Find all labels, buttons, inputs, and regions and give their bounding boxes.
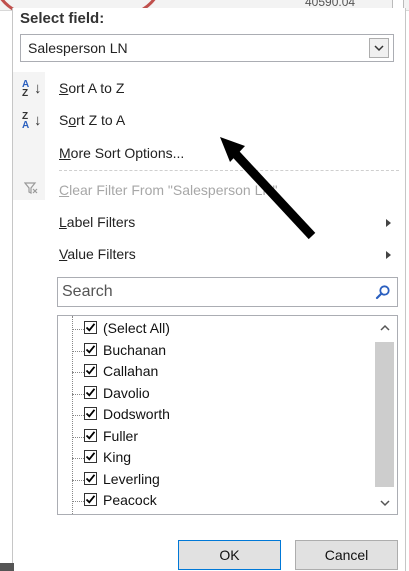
checkmark-icon — [85, 495, 96, 504]
list-item[interactable]: (Select All) — [58, 318, 374, 339]
checkbox[interactable] — [84, 450, 97, 463]
tree-connector — [72, 436, 84, 438]
checkbox[interactable] — [84, 364, 97, 377]
value-filters-item[interactable]: Value Filters — [59, 246, 136, 262]
list-item-label: Buchanan — [103, 341, 167, 358]
scrollbar-thumb[interactable] — [375, 342, 394, 487]
list-item[interactable]: Leverling — [58, 469, 374, 490]
list-item-label: Davolio — [103, 384, 150, 401]
scroll-down-icon[interactable] — [372, 492, 397, 514]
sort-a-to-z-item[interactable]: Sort A to Z — [59, 80, 124, 96]
checkmark-icon — [85, 323, 96, 332]
checkbox[interactable] — [84, 407, 97, 420]
chevron-right-icon — [386, 219, 391, 227]
chevron-right-icon — [386, 251, 391, 259]
tree-connector — [72, 415, 84, 416]
search-input[interactable] — [58, 278, 362, 306]
tree-connector — [72, 501, 84, 502]
list-item[interactable]: Davolio — [58, 383, 374, 404]
checkmark-icon — [85, 366, 96, 375]
field-select-dropdown[interactable]: Salesperson LN — [20, 34, 394, 62]
scroll-up-icon[interactable] — [372, 316, 397, 338]
checkbox[interactable] — [84, 471, 97, 485]
sort-z-to-a-icon: ZA ↓ — [22, 111, 42, 131]
ok-button[interactable]: OK — [178, 540, 281, 570]
list-item-label: Fuller — [103, 427, 139, 444]
list-item-label: King — [103, 449, 132, 465]
list-item-label: Peacock — [103, 492, 157, 508]
tree-connector — [72, 479, 84, 481]
select-field-label: Select field: — [20, 10, 105, 27]
checkmark-icon — [85, 409, 96, 418]
checkbox[interactable] — [84, 493, 97, 506]
menu-separator — [59, 170, 399, 171]
checkbox[interactable] — [84, 385, 97, 399]
checkbox[interactable] — [84, 428, 97, 442]
list-item-label: Dodsworth — [103, 406, 170, 422]
sort-a-to-z-icon: AZ ↓ — [22, 79, 42, 99]
tree-connector — [72, 329, 84, 330]
list-scrollbar[interactable] — [372, 316, 397, 514]
list-item[interactable]: Buchanan — [58, 340, 374, 361]
list-item[interactable]: Fuller — [58, 426, 374, 447]
value-list[interactable]: (Select All) Buchanan Callahan Davolio Dodsw… — [57, 315, 398, 515]
tree-connector — [72, 458, 84, 459]
list-item[interactable]: Peacock — [58, 490, 374, 511]
checkbox[interactable] — [84, 342, 97, 356]
list-item-label: (Select All) — [103, 320, 170, 336]
cancel-button[interactable]: Cancel — [295, 540, 398, 570]
chevron-down-icon[interactable] — [369, 38, 389, 58]
search-box — [57, 277, 398, 307]
sort-z-to-a-item[interactable]: Sort Z to A — [59, 112, 125, 128]
tree-connector — [72, 372, 84, 373]
checkmark-icon — [85, 430, 96, 440]
clear-filter-item[interactable]: Clear Filter From "Salesperson LN" — [59, 182, 277, 198]
checkbox[interactable] — [84, 321, 97, 334]
list-item-label: Leverling — [103, 470, 160, 487]
list-item-label: Callahan — [103, 363, 159, 379]
background-bar — [0, 563, 14, 571]
label-filters-item[interactable]: Label Filters — [59, 214, 135, 230]
checkmark-icon — [85, 452, 96, 461]
more-sort-options-item[interactable]: More Sort Options... — [59, 145, 184, 161]
clear-filter-icon — [23, 181, 42, 199]
list-item[interactable]: Callahan — [58, 361, 374, 382]
checkmark-icon — [85, 387, 96, 397]
tree-connector — [72, 350, 84, 352]
tree-connector — [72, 393, 84, 395]
search-icon[interactable] — [375, 284, 391, 300]
checkmark-icon — [85, 473, 96, 483]
field-select-value: Salesperson LN — [28, 40, 128, 56]
list-item[interactable]: King — [58, 447, 374, 468]
list-item[interactable]: Dodsworth — [58, 404, 374, 425]
checkmark-icon — [85, 344, 96, 354]
